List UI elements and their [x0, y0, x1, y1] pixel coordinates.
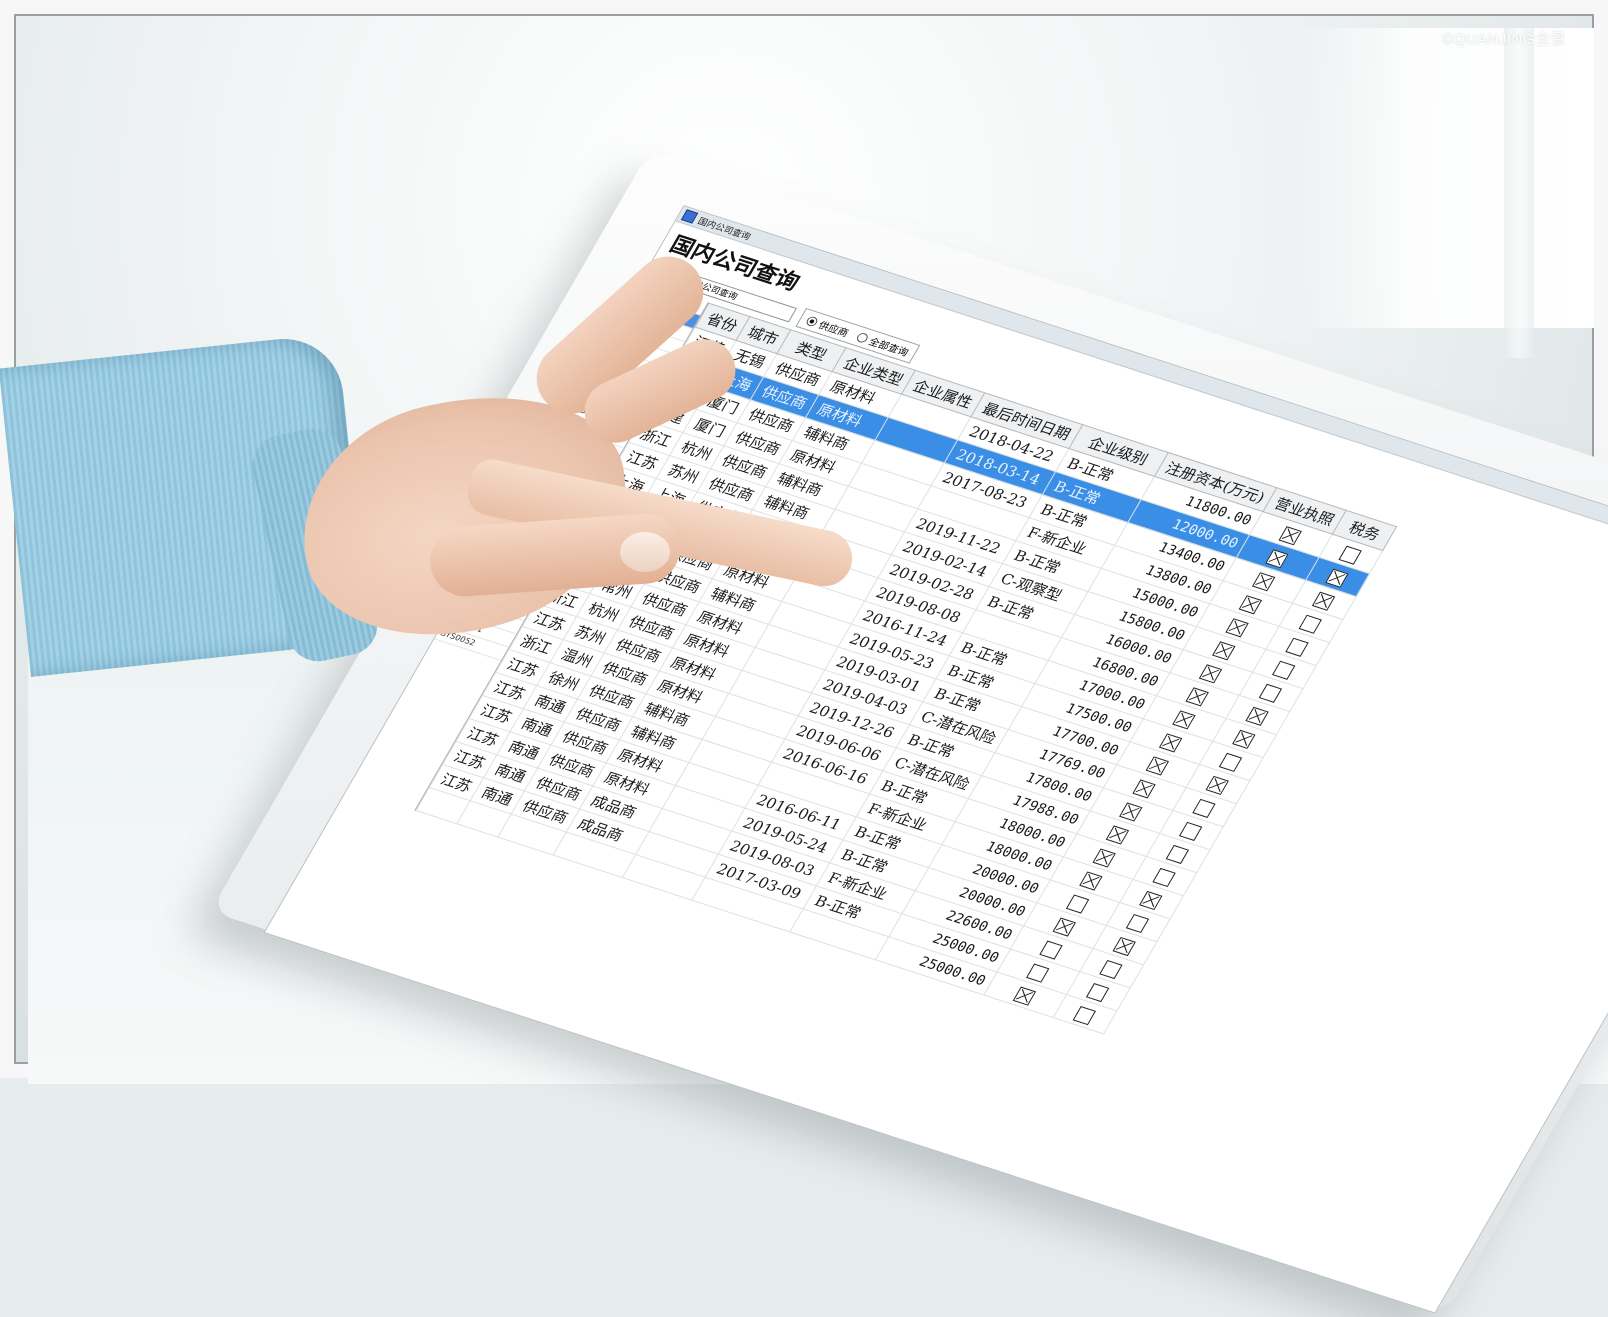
license-checkbox[interactable]: [1066, 894, 1090, 914]
app-icon: [680, 209, 699, 224]
license-checkbox[interactable]: [1146, 756, 1170, 776]
license-checkbox[interactable]: [1106, 825, 1130, 845]
license-checkbox[interactable]: [1093, 848, 1117, 868]
tax-checkbox[interactable]: [1179, 821, 1203, 841]
license-checkbox[interactable]: [1132, 779, 1157, 799]
license-checkbox[interactable]: [1225, 617, 1250, 638]
license-checkbox[interactable]: [1026, 963, 1050, 983]
license-checkbox[interactable]: [1159, 733, 1183, 753]
tax-checkbox[interactable]: [1232, 729, 1257, 749]
license-checkbox[interactable]: [1199, 663, 1223, 684]
tax-checkbox[interactable]: [1285, 637, 1310, 657]
license-checkbox[interactable]: [1265, 548, 1290, 568]
tax-checkbox[interactable]: [1152, 867, 1177, 887]
thumb-nail: [620, 532, 670, 572]
tax-checkbox[interactable]: [1166, 844, 1190, 864]
tax-checkbox[interactable]: [1219, 752, 1243, 772]
license-checkbox[interactable]: [1119, 802, 1144, 822]
tax-checkbox[interactable]: [1192, 798, 1217, 818]
license-checkbox[interactable]: [1239, 594, 1263, 614]
license-checkbox[interactable]: [1212, 640, 1237, 661]
license-checkbox[interactable]: [1279, 525, 1303, 545]
tax-checkbox[interactable]: [1099, 959, 1124, 979]
tax-checkbox[interactable]: [1113, 936, 1137, 956]
tax-checkbox[interactable]: [1126, 913, 1150, 933]
license-checkbox[interactable]: [1053, 917, 1077, 937]
tax-checkbox[interactable]: [1325, 568, 1350, 588]
tax-checkbox[interactable]: [1246, 706, 1270, 726]
tax-checkbox[interactable]: [1272, 660, 1296, 680]
window-frame-bar: [1504, 28, 1534, 358]
tax-checkbox[interactable]: [1339, 545, 1363, 565]
tax-checkbox[interactable]: [1139, 890, 1164, 910]
tax-checkbox[interactable]: [1206, 775, 1230, 795]
license-checkbox[interactable]: [1079, 871, 1104, 891]
watermark: ©QUANJING全景: [1441, 31, 1566, 48]
license-checkbox[interactable]: [1172, 709, 1197, 730]
tax-checkbox[interactable]: [1259, 683, 1283, 703]
tax-checkbox[interactable]: [1086, 982, 1110, 1002]
license-checkbox[interactable]: [1013, 986, 1037, 1006]
window-light: [1294, 28, 1594, 328]
license-checkbox[interactable]: [1039, 940, 1064, 960]
tax-checkbox[interactable]: [1073, 1005, 1097, 1025]
tax-checkbox[interactable]: [1312, 591, 1336, 611]
license-checkbox[interactable]: [1252, 571, 1276, 591]
radio-supplier-label: 供应商: [815, 320, 851, 340]
tax-checkbox[interactable]: [1299, 614, 1323, 634]
license-checkbox[interactable]: [1186, 686, 1210, 707]
